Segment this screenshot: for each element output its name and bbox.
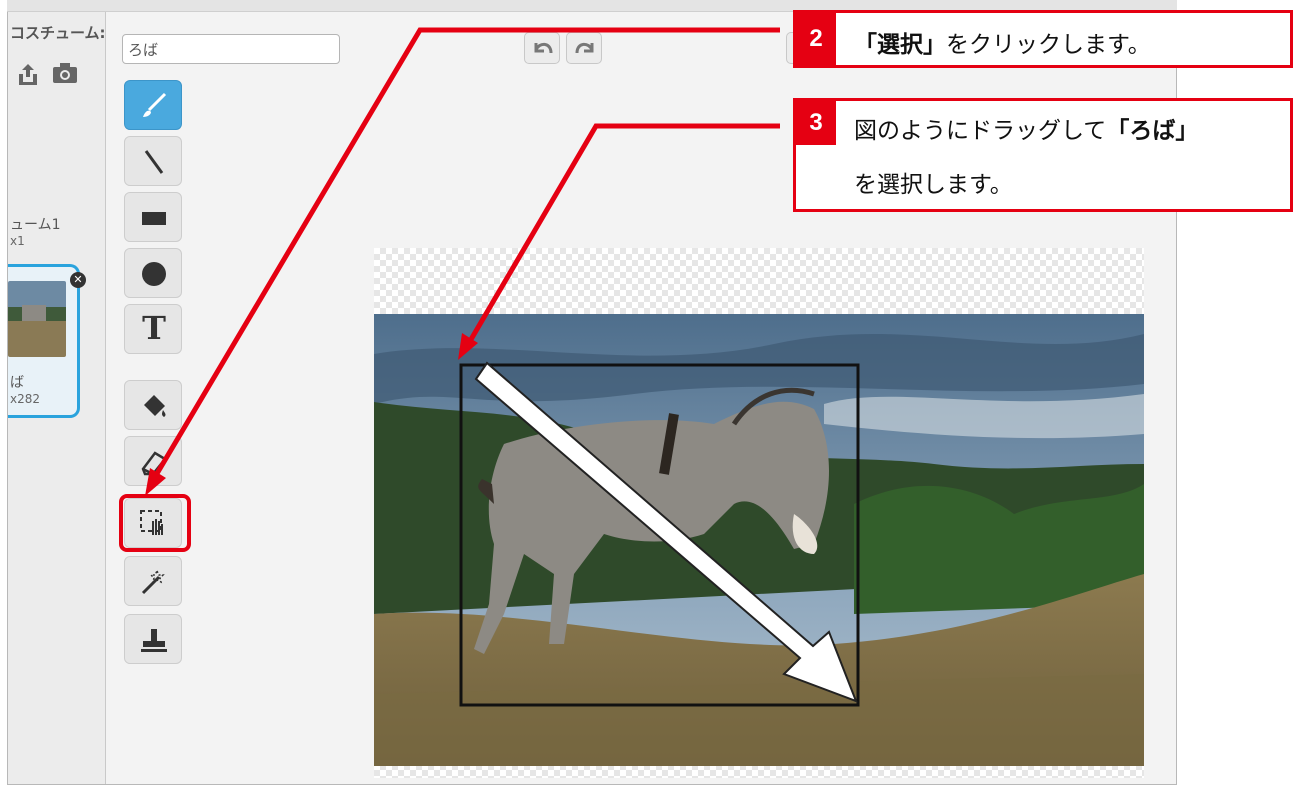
brush-icon <box>143 92 167 117</box>
donkey-photo <box>374 314 1144 766</box>
select-tool-highlight <box>119 494 191 552</box>
ellipse-icon <box>142 262 166 286</box>
callout-step-3: 3 図のようにドラッグして「ろば」 を選択します。 <box>793 98 1293 212</box>
brush-tool-button[interactable] <box>124 80 182 130</box>
callout-step-3-number: 3 <box>796 101 836 145</box>
line-tool-button[interactable] <box>124 136 182 186</box>
fill-tool-button[interactable] <box>124 380 182 430</box>
eraser-icon <box>141 451 167 476</box>
camera-icon[interactable] <box>52 62 77 86</box>
callout-step-3-keyword: 「ろば」 <box>1106 118 1199 144</box>
upload-costume-icon[interactable] <box>16 62 40 86</box>
delete-costume-icon[interactable]: ✕ <box>70 272 86 288</box>
callout-step-2: 2 「選択」をクリックします。 <box>793 10 1293 68</box>
costume1-name: ューム1 <box>10 217 61 233</box>
costume-header-label: コスチューム: <box>10 24 106 42</box>
callout-step-2-keyword: 「選択」 <box>854 32 946 58</box>
magic-select-icon <box>141 569 165 595</box>
callout-step-2-rest: をクリックします。 <box>946 32 1151 58</box>
donkey-thumbnail-image <box>8 281 66 357</box>
redo-button[interactable] <box>566 32 602 64</box>
costume-name-input[interactable] <box>122 34 340 64</box>
callout-step-3-line1: 図のようにドラッグして「ろば」 <box>854 111 1198 145</box>
callout-step-2-text: 「選択」をクリックします。 <box>854 25 1151 59</box>
callout-step-3-line2: を選択します。 <box>854 172 1013 198</box>
text-tool-glyph: T <box>142 309 166 347</box>
rectangle-tool-button[interactable] <box>124 192 182 242</box>
costume1-size: x1 <box>10 234 25 248</box>
line-icon <box>144 150 164 174</box>
costume2-size: x282 <box>10 392 41 406</box>
new-costume-icons <box>16 62 77 86</box>
callout-step-2-number: 2 <box>796 13 836 65</box>
ellipse-tool-button[interactable] <box>124 248 182 298</box>
rectangle-icon <box>142 212 166 225</box>
magic-select-tool-button[interactable] <box>124 556 182 606</box>
paint-bucket-icon <box>144 395 166 417</box>
eraser-tool-button[interactable] <box>124 436 182 486</box>
undo-button[interactable] <box>524 32 560 64</box>
stamp-icon <box>141 629 167 652</box>
text-tool-button[interactable]: T <box>124 304 182 354</box>
callout-step-3-instruction: 図のようにドラッグして <box>854 118 1107 144</box>
costume2-name: ば <box>10 375 24 391</box>
stamp-tool-button[interactable] <box>124 614 182 664</box>
